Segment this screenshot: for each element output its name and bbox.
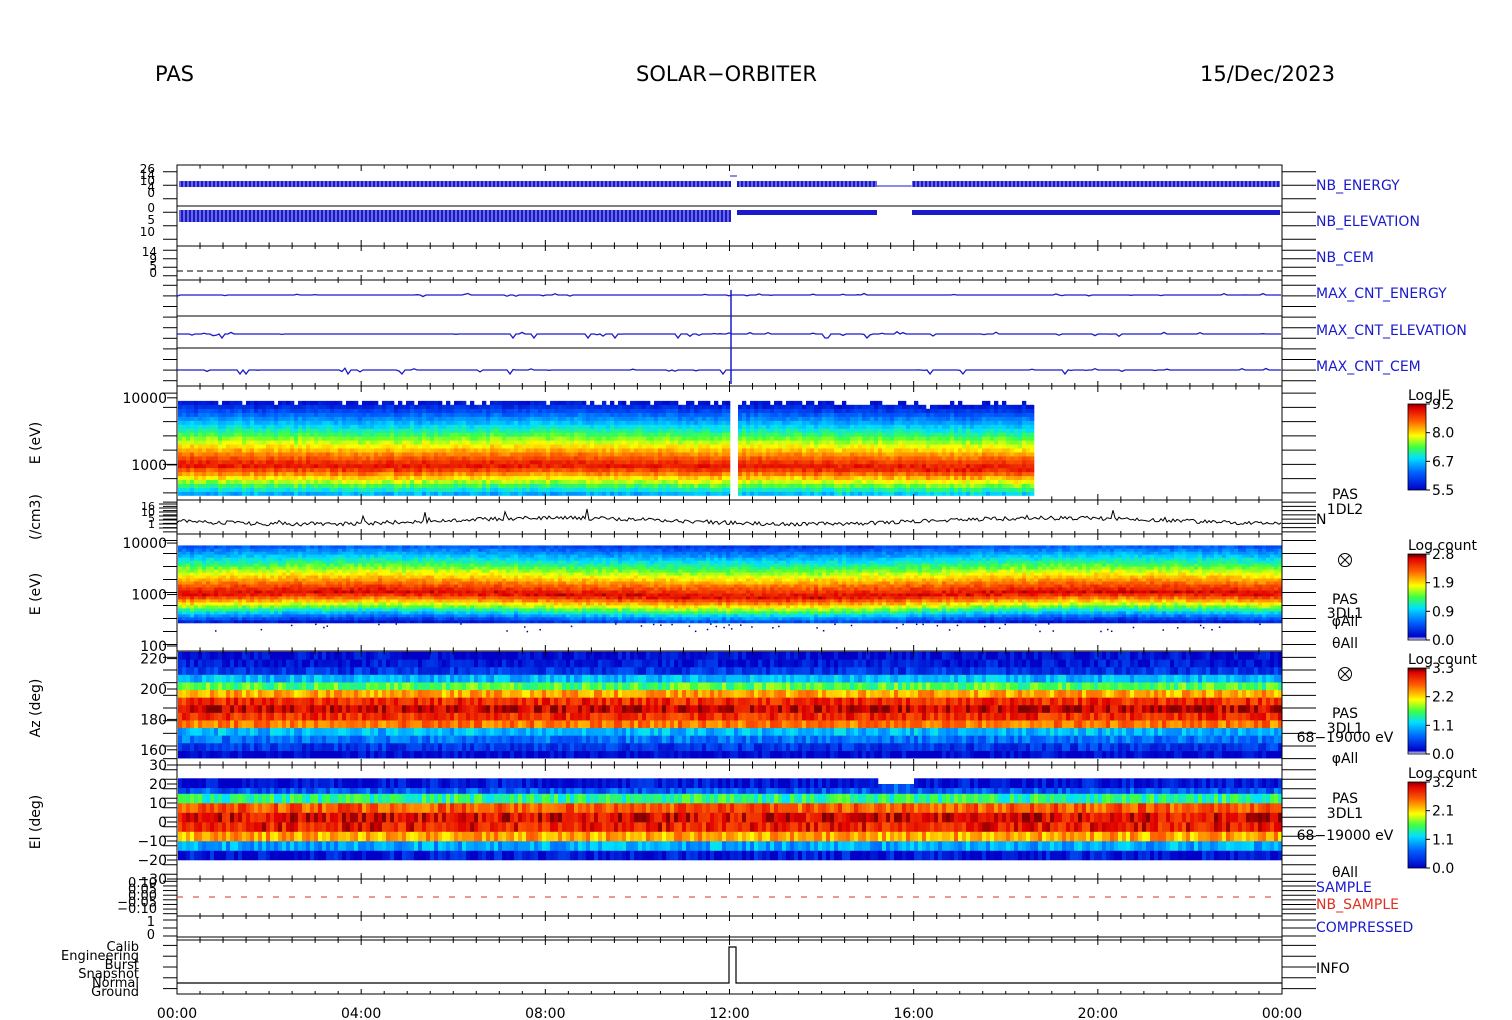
azimuth-colorbar-tick-label: 3.3 — [1432, 661, 1454, 677]
azimuth-energy-range-label: 68−19000 eV — [1297, 730, 1394, 746]
density-side-label: PAS — [1332, 487, 1358, 503]
nb-energy-tick-label: 0 — [147, 186, 155, 200]
azimuth-y-tick-label: 180 — [140, 712, 167, 728]
elevation-side-label: 3DL1 — [1327, 806, 1363, 822]
elevation-colorbar-tick-label: 0.0 — [1432, 861, 1454, 877]
azimuth-y-axis-label: Az (deg) — [28, 679, 44, 738]
elevation-y-tick-label: 20 — [149, 777, 167, 793]
sample-label: SAMPLE — [1316, 880, 1372, 896]
je-colorbar — [1407, 403, 1427, 491]
nb-cem-panel — [176, 245, 1283, 281]
max-cnt-elevation-trace — [177, 330, 1281, 340]
nb-energy-label: NB_ENERGY — [1316, 178, 1400, 194]
je-colorbar-tick-label: 8.0 — [1432, 426, 1454, 442]
info-mode-trace — [177, 946, 1282, 984]
elevation-energy-range-label: 68−19000 eV — [1297, 828, 1394, 844]
multi-panel-plot: 261410400510NB_ENERGYNB_ELEVATION14950NB… — [28, 162, 1477, 1020]
azimuth-y-tick-label: 160 — [140, 743, 167, 759]
x-tick-label: 20:00 — [1078, 1006, 1118, 1020]
x-tick-label: 08:00 — [525, 1006, 565, 1020]
count-energy-y-tick-label: 1000 — [131, 588, 167, 604]
nb-elevation-label: NB_ELEVATION — [1316, 214, 1420, 230]
nb-sample-label: NB_SAMPLE — [1316, 897, 1399, 913]
azimuth-colorbar-tick-label: 0.0 — [1432, 747, 1454, 763]
x-tick-label: 00:00 — [157, 1006, 197, 1020]
azimuth-side-label: φAll — [1332, 751, 1359, 767]
compressed-label: COMPRESSED — [1316, 920, 1413, 936]
density-tick-label: 1 — [148, 518, 155, 531]
azimuth-colorbar-tick-label: 2.2 — [1432, 690, 1454, 706]
azimuth-y-tick-label: 220 — [140, 652, 167, 668]
je-colorbar-tick-label: 9.2 — [1432, 397, 1454, 413]
elevation-y-tick-label: −20 — [137, 853, 167, 869]
x-tick-label: 12:00 — [709, 1006, 749, 1020]
direction-into-page-icon — [1338, 553, 1352, 567]
elevation-side-label: θAll — [1332, 865, 1358, 881]
je-y-axis-label: E (eV) — [28, 422, 44, 464]
count-energy-side-label: θAll — [1332, 636, 1358, 652]
x-tick-label: 16:00 — [893, 1006, 933, 1020]
max-cnt-energy-trace — [176, 292, 1281, 298]
count-energy-colorbar-tick-label: 2.8 — [1432, 547, 1454, 563]
je-y-tick-label: 1000 — [131, 458, 167, 474]
azimuth-y-tick-label: 200 — [140, 682, 167, 698]
direction-into-page-icon — [1338, 667, 1352, 681]
elevation-y-tick-label: −10 — [137, 834, 167, 850]
count-energy-spectrogram — [178, 545, 1283, 633]
count-energy-colorbar-tick-label: 0.0 — [1432, 633, 1454, 649]
info-tick-label: Ground — [91, 985, 139, 1000]
elevation-y-tick-label: 10 — [149, 796, 167, 812]
max-cnt-elevation-label: MAX_CNT_ELEVATION — [1316, 323, 1467, 339]
elevation-spectrogram — [178, 778, 1283, 861]
nb-energy-trace — [179, 175, 1281, 188]
x-tick-label: 00:00 — [1262, 1006, 1302, 1020]
elevation-colorbar — [1407, 781, 1427, 869]
x-tick-label: 04:00 — [341, 1006, 381, 1020]
elevation-y-axis-label: El (deg) — [28, 795, 44, 850]
count-energy-y-tick-label: 10000 — [122, 536, 167, 552]
density-panel — [176, 499, 1283, 535]
azimuth-colorbar — [1407, 667, 1427, 755]
max-cnt-cem-label: MAX_CNT_CEM — [1316, 359, 1421, 375]
info-label: INFO — [1316, 961, 1350, 977]
max-cnt-cem-trace — [177, 367, 1281, 376]
nb-elevation-tick-label: 10 — [140, 225, 155, 239]
density-y-axis-label: (/cm3) — [28, 494, 44, 540]
count-energy-side-label: φAll — [1332, 614, 1359, 630]
elevation-y-tick-label: 30 — [149, 758, 167, 774]
density-side-label: 1DL2 — [1327, 502, 1363, 518]
nb-cem-tick-label: 0 — [149, 266, 157, 280]
azimuth-spectrogram — [178, 651, 1283, 759]
je-colorbar-tick-label: 5.5 — [1432, 483, 1454, 499]
azimuth-side-label: PAS — [1332, 706, 1358, 722]
count-energy-colorbar-tick-label: 1.9 — [1432, 576, 1454, 592]
elevation-y-tick-label: 0 — [158, 815, 167, 831]
compressed-tick-label: 0 — [147, 928, 155, 943]
count-energy-colorbar-tick-label: 0.9 — [1432, 604, 1454, 620]
je-colorbar-tick-label: 6.7 — [1432, 454, 1454, 470]
je-spectrogram — [178, 400, 1035, 496]
density-side-label: N — [1316, 512, 1326, 528]
density-trace — [176, 508, 1282, 527]
elevation-colorbar-tick-label: 2.1 — [1432, 804, 1454, 820]
nb-elevation-trace — [179, 209, 1280, 223]
count-energy-colorbar — [1407, 553, 1427, 641]
azimuth-colorbar-tick-label: 1.1 — [1432, 718, 1454, 734]
elevation-side-label: PAS — [1332, 791, 1358, 807]
count-energy-y-axis-label: E (eV) — [28, 573, 44, 615]
elevation-colorbar-tick-label: 1.1 — [1432, 832, 1454, 848]
elevation-colorbar-tick-label: 3.2 — [1432, 775, 1454, 791]
max-cnt-energy-label: MAX_CNT_ENERGY — [1316, 286, 1447, 302]
je-y-tick-label: 10000 — [122, 391, 167, 407]
nb-cem-label: NB_CEM — [1316, 250, 1374, 266]
